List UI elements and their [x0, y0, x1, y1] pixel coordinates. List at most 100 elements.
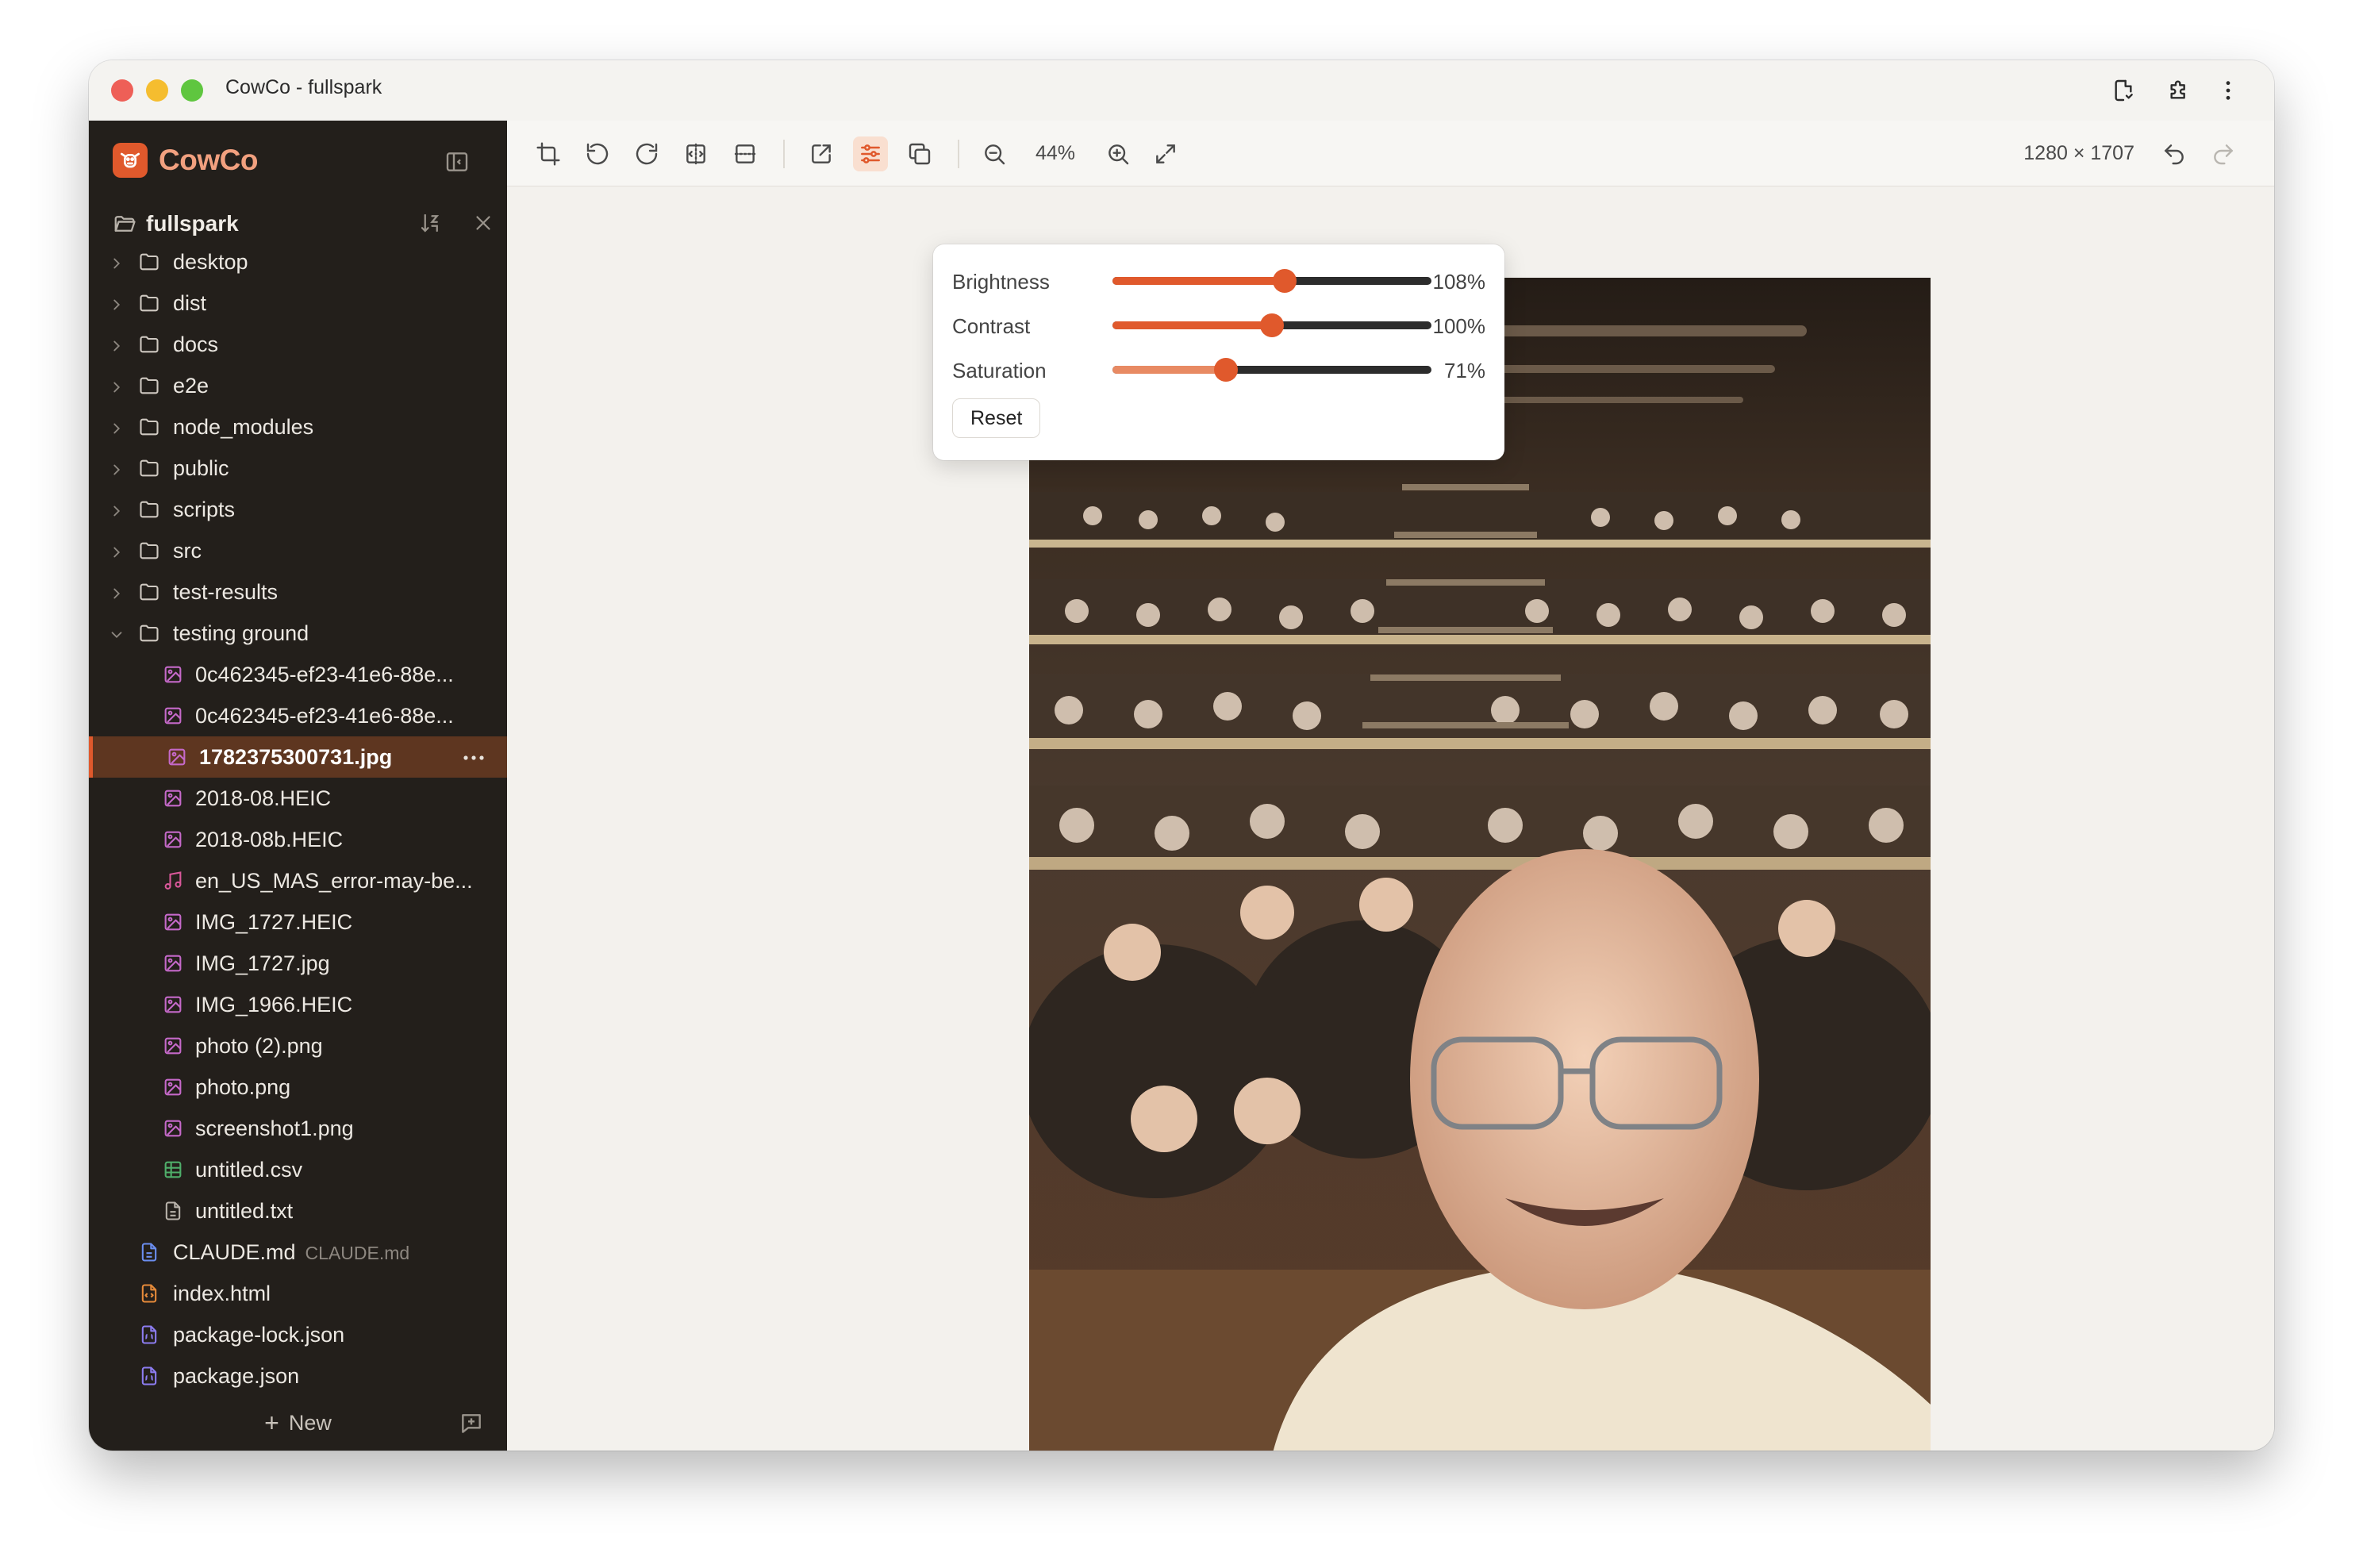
file-row[interactable]: 2018-08.HEIC: [89, 778, 507, 819]
new-button[interactable]: + New: [264, 1409, 332, 1438]
folder-icon: [138, 333, 160, 355]
folder-row-test-results[interactable]: test-results: [89, 571, 507, 613]
file-row[interactable]: 2018-08b.HEIC: [89, 819, 507, 860]
contrast-slider-thumb[interactable]: [1260, 313, 1284, 337]
file-label: 2018-08.HEIC: [195, 786, 332, 810]
folder-row-node-modules[interactable]: node_modules: [89, 406, 507, 448]
feedback-icon[interactable]: [459, 1411, 484, 1436]
chevron-right-icon[interactable]: [108, 583, 125, 601]
title-bar: CowCo - fullspark: [89, 60, 2274, 121]
project-root-row[interactable]: fullspark: [113, 208, 507, 240]
adjustments-popover: Brightness 108% Contrast 100% Saturation…: [933, 244, 1504, 460]
chevron-right-icon[interactable]: [108, 542, 125, 559]
file-row[interactable]: package-lock.json: [89, 1314, 507, 1355]
redo-icon: [2214, 144, 2234, 165]
folder-row-dist[interactable]: dist: [89, 282, 507, 324]
folder-icon: [138, 251, 160, 273]
reset-button[interactable]: Reset: [952, 398, 1041, 438]
zoom-window-button[interactable]: [181, 79, 203, 102]
undo-button[interactable]: [2157, 136, 2192, 171]
saturation-label: Saturation: [952, 359, 1047, 382]
saturation-slider-thumb[interactable]: [1213, 358, 1238, 382]
folder-row-src[interactable]: src: [89, 530, 507, 571]
flip-horizontal-button[interactable]: [678, 136, 713, 171]
brightness-slider[interactable]: [1112, 269, 1431, 293]
folder-label: docs: [173, 332, 219, 356]
chevron-right-icon[interactable]: [108, 501, 125, 518]
file-row[interactable]: photo (2).png: [89, 1025, 507, 1066]
contrast-value: 100%: [1432, 314, 1486, 338]
chevron-right-icon[interactable]: [108, 294, 125, 312]
file-row[interactable]: photo.png: [89, 1066, 507, 1108]
file-row[interactable]: screenshot1.png: [89, 1108, 507, 1149]
file-sync-icon[interactable]: [2109, 76, 2138, 105]
folder-row-scripts[interactable]: scripts: [89, 489, 507, 530]
sort-icon[interactable]: [418, 211, 442, 235]
file-row[interactable]: 1782375300731.jpg: [89, 736, 507, 778]
file-tree: desktop dist docs e2e node_modules publi…: [89, 241, 507, 1397]
duplicate-button[interactable]: [902, 136, 937, 171]
saturation-slider[interactable]: [1112, 358, 1431, 382]
flip-vertical-button[interactable]: [728, 136, 763, 171]
chevron-right-icon[interactable]: [108, 377, 125, 394]
folder-row-docs[interactable]: docs: [89, 324, 507, 365]
image-file-icon: [162, 828, 184, 851]
file-label: index.html: [173, 1281, 271, 1305]
zoom-out-button[interactable]: [977, 136, 1012, 171]
adjustments-button[interactable]: [853, 136, 888, 171]
crop-button[interactable]: [531, 136, 566, 171]
file-row[interactable]: package.json: [89, 1355, 507, 1397]
toolbar-divider: [783, 140, 785, 168]
extensions-puzzle-icon[interactable]: [2165, 76, 2193, 105]
file-row[interactable]: en_US_MAS_error-may-be...: [89, 860, 507, 901]
folder-label: dist: [173, 290, 207, 315]
image-file-icon: [162, 1035, 184, 1057]
chevron-right-icon[interactable]: [108, 253, 125, 271]
collapse-sidebar-icon[interactable]: [444, 149, 470, 175]
folder-row-e2e[interactable]: e2e: [89, 365, 507, 406]
folder-row-public[interactable]: public: [89, 448, 507, 489]
rotate-right-button[interactable]: [629, 136, 664, 171]
undo-icon: [2164, 144, 2184, 165]
close-project-icon[interactable]: [471, 211, 495, 235]
image-file-icon: [162, 993, 184, 1016]
rotate-left-button[interactable]: [580, 136, 615, 171]
brightness-slider-fill: [1112, 277, 1285, 285]
file-label-group: package.json: [173, 1364, 299, 1389]
file-row[interactable]: 0c462345-ef23-41e6-88e...: [89, 695, 507, 736]
file-row[interactable]: CLAUDE.md CLAUDE.md: [89, 1232, 507, 1273]
redo-button[interactable]: [2206, 136, 2241, 171]
more-horizontal-icon[interactable]: [461, 747, 486, 765]
fit-to-screen-button[interactable]: [1148, 136, 1183, 171]
folder-icon: [138, 622, 160, 644]
chevron-right-icon[interactable]: [108, 418, 125, 436]
brightness-row: Brightness 108%: [952, 265, 1485, 297]
file-row[interactable]: 0c462345-ef23-41e6-88e...: [89, 654, 507, 695]
image-file-icon: [162, 705, 184, 727]
minimize-window-button[interactable]: [146, 79, 168, 102]
chevron-down-icon[interactable]: [108, 625, 125, 642]
folder-label: test-results: [173, 579, 279, 604]
zoom-in-button[interactable]: [1101, 136, 1135, 171]
spreadsheet-file-icon: [162, 1159, 184, 1181]
file-hint: CLAUDE.md: [305, 1242, 410, 1263]
audio-file-icon: [162, 870, 184, 892]
folder-row-desktop[interactable]: desktop: [89, 241, 507, 282]
file-row[interactable]: IMG_1727.jpg: [89, 943, 507, 984]
contrast-slider[interactable]: [1112, 313, 1431, 337]
more-vertical-icon[interactable]: [2214, 76, 2242, 105]
flip-vertical-icon: [734, 144, 756, 163]
file-row[interactable]: untitled.txt: [89, 1190, 507, 1232]
resize-button[interactable]: [804, 136, 839, 171]
folder-row-testing-ground[interactable]: testing ground: [89, 613, 507, 654]
chevron-right-icon[interactable]: [108, 336, 125, 353]
saturation-row: Saturation 71%: [952, 354, 1485, 386]
close-window-button[interactable]: [111, 79, 133, 102]
file-label: untitled.txt: [195, 1198, 294, 1223]
file-row[interactable]: IMG_1966.HEIC: [89, 984, 507, 1025]
file-row[interactable]: IMG_1727.HEIC: [89, 901, 507, 943]
file-row[interactable]: untitled.csv: [89, 1149, 507, 1190]
brightness-slider-thumb[interactable]: [1273, 269, 1297, 293]
file-row[interactable]: index.html: [89, 1273, 507, 1314]
chevron-right-icon[interactable]: [108, 459, 125, 477]
